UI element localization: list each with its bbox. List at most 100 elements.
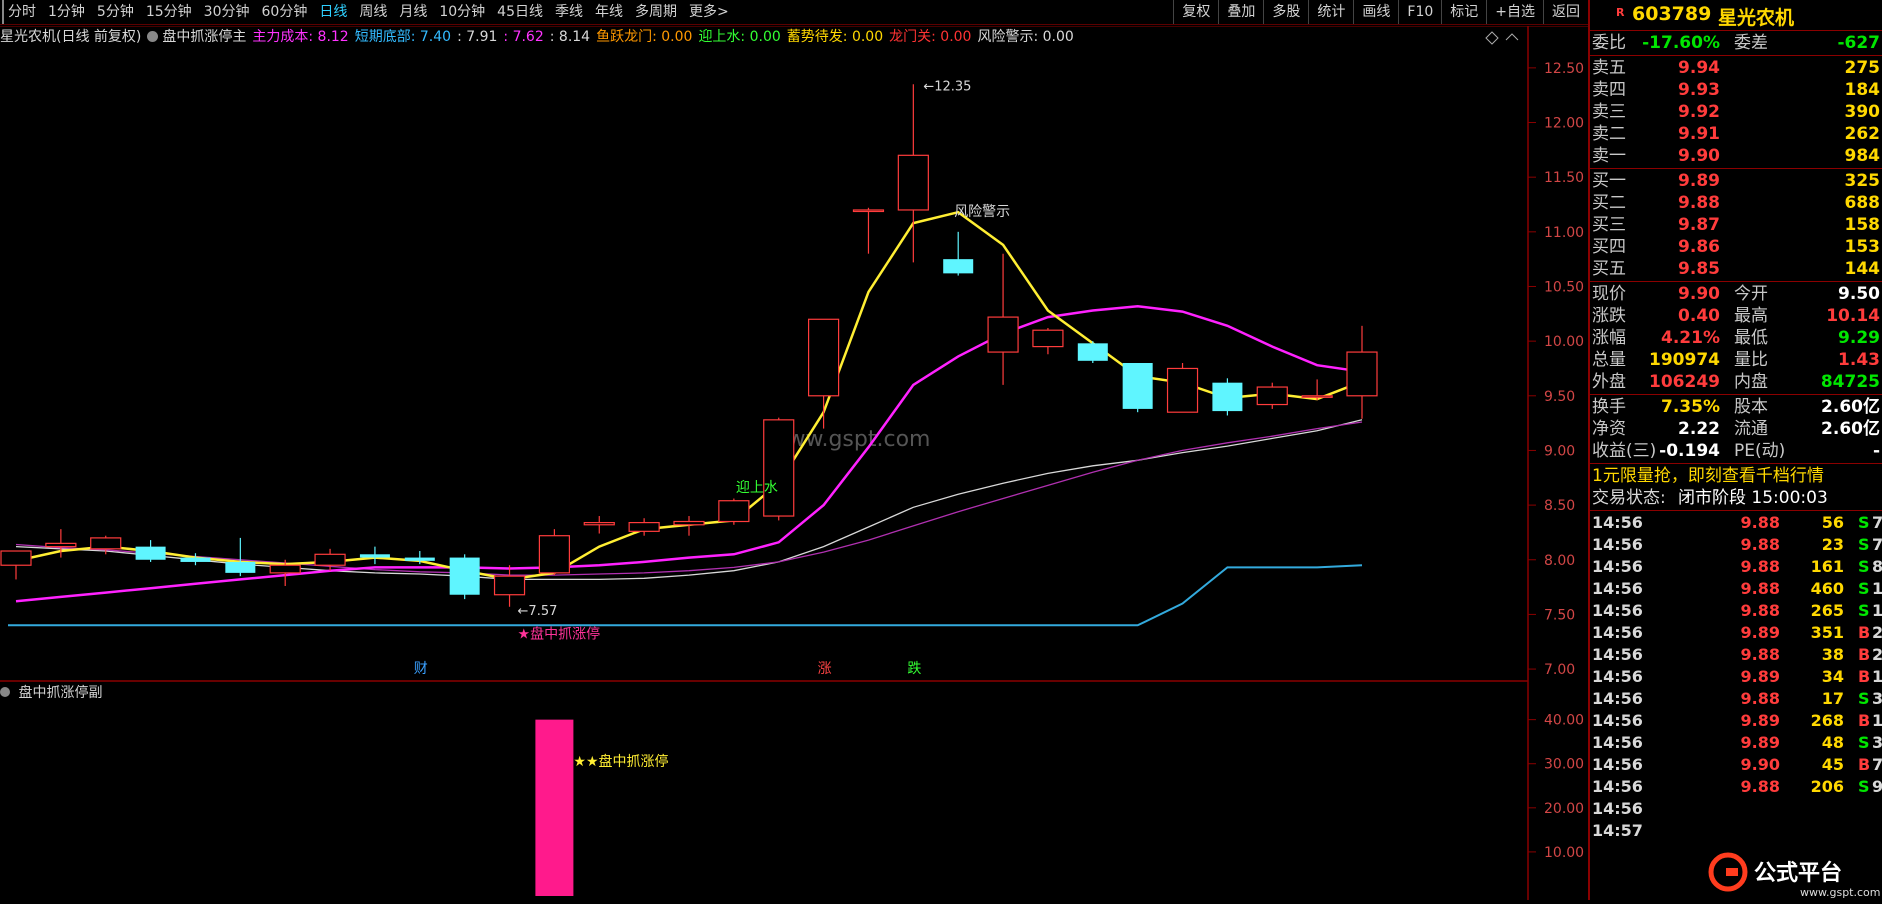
tool-button-4[interactable]: 画线 bbox=[1353, 0, 1398, 24]
tick-side: B bbox=[1858, 645, 1871, 664]
tool-button-0[interactable]: 复权 bbox=[1173, 0, 1218, 24]
value: -17.60% bbox=[1642, 33, 1720, 53]
y-tick-label: 10.50 bbox=[1544, 279, 1584, 295]
tick-row: 14:56 9.88 265 S14 bbox=[1590, 600, 1882, 622]
tick-row: 14:56 9.88 38 B 2 bbox=[1590, 644, 1882, 666]
tool-button-1[interactable]: 叠加 bbox=[1218, 0, 1263, 24]
label: 最低 bbox=[1734, 328, 1768, 348]
tick-count: 15 bbox=[1872, 579, 1882, 598]
candle-body bbox=[135, 546, 166, 560]
status-value: 闭市阶段 15:00:03 bbox=[1678, 488, 1828, 508]
period-tab-13[interactable]: 多周期 bbox=[629, 0, 683, 24]
kline-chart[interactable]: www.gspt.com ←12.35←7.57风险警示迎上水★盘中抓涨停财涨跌… bbox=[0, 26, 1588, 900]
value: -0.194 bbox=[1659, 441, 1720, 461]
period-tab-5[interactable]: 60分钟 bbox=[256, 0, 314, 24]
tick-price: 9.89 bbox=[1740, 711, 1780, 730]
sub-signal-label: ★★盘中抓涨停 bbox=[573, 753, 668, 770]
stock-name: 星光农机 bbox=[1718, 7, 1795, 29]
high-price-label: ←12.35 bbox=[923, 79, 971, 94]
candle-body bbox=[1032, 329, 1064, 348]
tick-volume: 351 bbox=[1810, 623, 1844, 642]
volume: 325 bbox=[1844, 171, 1881, 191]
tool-button-3[interactable]: 统计 bbox=[1308, 0, 1353, 24]
buy-level-row: 买一 9.89 325 bbox=[1590, 170, 1882, 192]
tick-row: 14:57 bbox=[1590, 820, 1882, 842]
quote-panel: R 603789 星光农机 委比 -17.60% 委差 -627 卖五 9.94 275 卖四… bbox=[1588, 0, 1882, 900]
tool-button-7[interactable]: +自选 bbox=[1486, 0, 1543, 24]
label: 量比 bbox=[1734, 350, 1768, 370]
period-tab-14[interactable]: 更多> bbox=[683, 0, 735, 24]
order-ratio-row: 委比 -17.60% 委差 -627 bbox=[1590, 32, 1882, 54]
period-tab-8[interactable]: 月线 bbox=[393, 0, 433, 24]
tool-button-2[interactable]: 多股 bbox=[1263, 0, 1308, 24]
tool-button-8[interactable]: 返回 bbox=[1543, 0, 1588, 24]
promo-text[interactable]: 1元限量抢，即刻查看千档行情 bbox=[1592, 465, 1824, 487]
buy-level-row: 买二 9.88 688 bbox=[1590, 192, 1882, 214]
value: 2.60亿 bbox=[1821, 419, 1880, 439]
volume: 984 bbox=[1844, 146, 1881, 166]
period-tab-10[interactable]: 45日线 bbox=[491, 0, 549, 24]
fundamental-row: 换手 7.35% 股本 2.60亿 bbox=[1590, 396, 1882, 418]
r-badge: R bbox=[1616, 6, 1625, 19]
candle-body bbox=[269, 564, 301, 574]
tick-time: 14:56 bbox=[1592, 711, 1643, 730]
top-toolbar: 分时 1分钟 5分钟 15分钟 30分钟 60分钟 日线 周线 月线 10分钟 45日线 季线 年线 多周… bbox=[0, 0, 1588, 25]
brand-logo: 公式平台 www.gspt.com bbox=[1696, 850, 1882, 900]
fundamental-row: 收益(三) -0.194 PE(动) - bbox=[1590, 440, 1882, 462]
tick-volume: 460 bbox=[1810, 579, 1844, 598]
candle-body bbox=[1346, 351, 1378, 397]
candle-body bbox=[45, 542, 77, 548]
label: 收益(三) bbox=[1592, 441, 1657, 461]
candle-body bbox=[987, 316, 1019, 353]
period-tab-1[interactable]: 1分钟 bbox=[42, 0, 91, 24]
period-tab-4[interactable]: 30分钟 bbox=[198, 0, 256, 24]
value: 0.40 bbox=[1678, 306, 1720, 326]
candle-body bbox=[314, 553, 346, 566]
candle-body bbox=[449, 557, 480, 595]
label: 委差 bbox=[1734, 33, 1768, 53]
candle-body bbox=[718, 500, 750, 523]
label: 换手 bbox=[1592, 397, 1626, 417]
value: - bbox=[1872, 441, 1880, 461]
candle-body bbox=[897, 154, 929, 211]
sub-chart-select-icon[interactable] bbox=[0, 687, 10, 697]
price: 9.86 bbox=[1678, 237, 1720, 257]
limit-up-signal-label: ★盘中抓涨停 bbox=[518, 625, 601, 642]
tick-volume: 38 bbox=[1821, 645, 1844, 664]
tick-time: 14:56 bbox=[1592, 777, 1643, 796]
period-tab-0[interactable]: 分时 bbox=[2, 0, 42, 24]
water-signal-label: 迎上水 bbox=[736, 480, 778, 496]
candle-body bbox=[1301, 395, 1333, 398]
tool-button-5[interactable]: F10 bbox=[1398, 0, 1441, 24]
period-tab-12[interactable]: 年线 bbox=[589, 0, 629, 24]
period-tab-7[interactable]: 周线 bbox=[353, 0, 393, 24]
logo-url: www.gspt.com bbox=[1800, 886, 1880, 899]
tick-count: 14 bbox=[1872, 601, 1882, 620]
tick-time: 14:56 bbox=[1592, 733, 1643, 752]
sub-y-tick-label: 40.00 bbox=[1544, 713, 1584, 729]
tick-side: S bbox=[1858, 513, 1870, 532]
period-tab-9[interactable]: 10分钟 bbox=[433, 0, 491, 24]
value: 7.35% bbox=[1661, 397, 1720, 417]
purple-ma-line bbox=[15, 421, 1363, 576]
stock-code: 603789 bbox=[1632, 3, 1712, 25]
y-tick-label: 11.00 bbox=[1544, 225, 1584, 241]
tick-row: 14:56 9.89 351 B25 bbox=[1590, 622, 1882, 644]
price: 9.89 bbox=[1678, 171, 1720, 191]
label: 卖五 bbox=[1592, 58, 1626, 78]
tick-price: 9.90 bbox=[1740, 755, 1780, 774]
tick-row: 14:56 9.88 460 S15 bbox=[1590, 578, 1882, 600]
label: PE(动) bbox=[1734, 441, 1786, 461]
period-tab-2[interactable]: 5分钟 bbox=[91, 0, 140, 24]
tick-price: 9.89 bbox=[1740, 623, 1780, 642]
tick-volume: 48 bbox=[1821, 733, 1844, 752]
period-tab-3[interactable]: 15分钟 bbox=[140, 0, 198, 24]
period-tab-6[interactable]: 日线 bbox=[313, 0, 353, 24]
tick-count: 7 bbox=[1872, 755, 1882, 774]
candle-body bbox=[807, 318, 840, 397]
tool-button-6[interactable]: 标记 bbox=[1441, 0, 1486, 24]
stat-row: 外盘 106249 内盘 84725 bbox=[1590, 371, 1882, 393]
separator bbox=[1590, 510, 1882, 511]
period-tab-11[interactable]: 季线 bbox=[549, 0, 589, 24]
tick-count: 8 bbox=[1872, 557, 1882, 576]
